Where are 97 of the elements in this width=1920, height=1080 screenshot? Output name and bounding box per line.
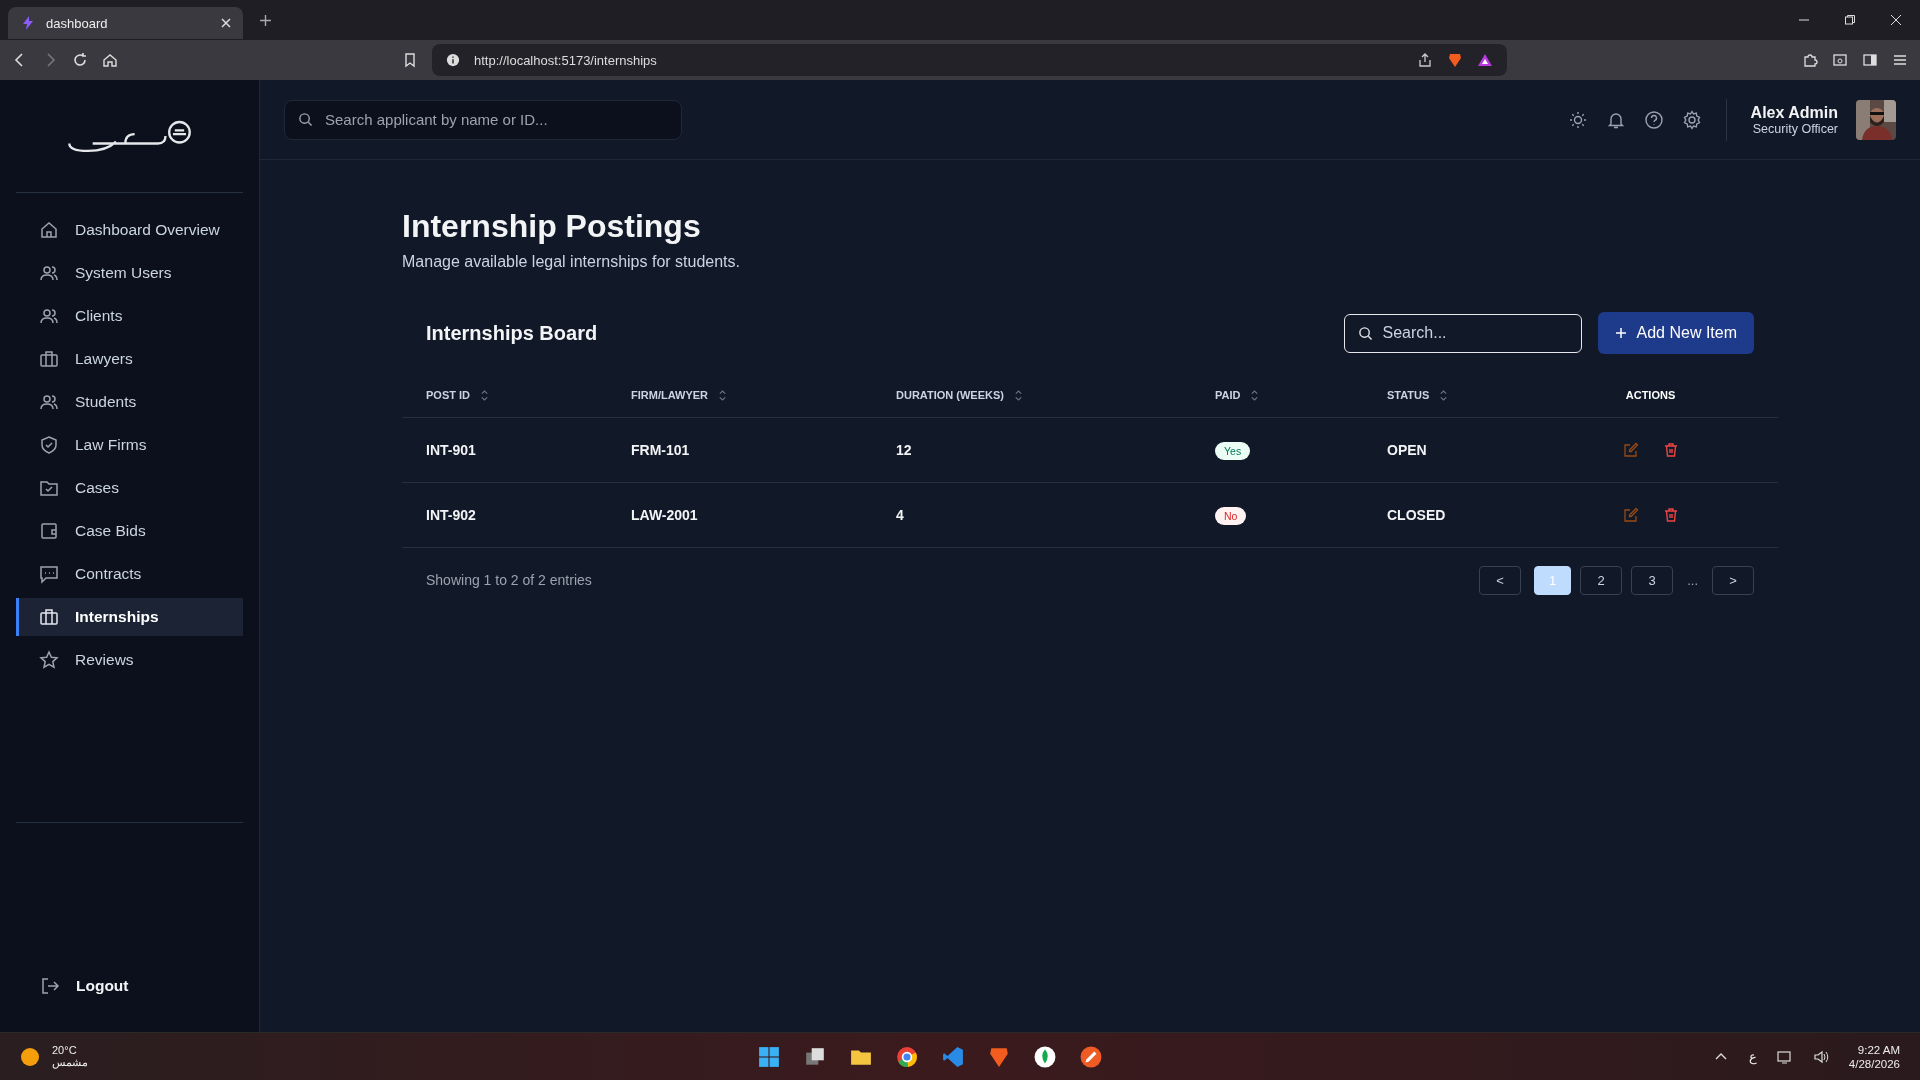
help-icon[interactable]	[1643, 109, 1664, 130]
users-icon	[39, 263, 59, 283]
page-subtitle: Manage available legal internships for students.	[402, 253, 741, 271]
edit-icon[interactable]	[1622, 507, 1639, 523]
page-title: Internship Postings	[402, 208, 702, 245]
input-language[interactable]: ع	[1748, 1049, 1757, 1064]
speaker-icon[interactable]	[1812, 1048, 1829, 1065]
ellipsis: ...	[1687, 572, 1698, 588]
plus-icon	[1614, 327, 1627, 339]
entries-summary: Showing 1 to 2 of 2 entries	[426, 572, 592, 588]
clock-time[interactable]: 9:22 AM	[1857, 1043, 1900, 1056]
tab-title: dashboard	[46, 15, 109, 31]
window-search-icon[interactable]	[1832, 52, 1848, 68]
info-icon	[446, 53, 460, 67]
share-icon[interactable]	[1417, 52, 1433, 68]
bolt-icon	[20, 15, 36, 31]
windows-stack-icon[interactable]	[804, 1045, 827, 1068]
users-icon	[39, 306, 59, 326]
sort-icon[interactable]	[1250, 388, 1260, 402]
leaf-icon[interactable]	[1034, 1045, 1057, 1068]
sun-icon[interactable]	[20, 1046, 40, 1067]
browser-tab[interactable]: dashboard	[8, 7, 243, 39]
column-header[interactable]: POST ID	[426, 389, 470, 401]
home-icon	[39, 220, 59, 240]
column-header[interactable]: FIRM/LAWYER	[631, 389, 708, 401]
add-button[interactable]: Add New Item	[1597, 312, 1754, 354]
previous-page-button[interactable]: <	[1479, 565, 1522, 595]
menu-icon[interactable]	[1892, 52, 1908, 68]
sidebar-item[interactable]: Lawyers	[16, 340, 243, 378]
table-cell: INT-901	[426, 442, 476, 458]
sidebar-item[interactable]: Clients	[16, 297, 243, 335]
bookmark-icon[interactable]	[402, 52, 418, 68]
wallet-icon	[39, 521, 59, 541]
delete-icon[interactable]	[1662, 442, 1679, 458]
table-cell: CLOSED	[1387, 507, 1446, 523]
paid-badge: Yes	[1215, 442, 1251, 460]
table-cell: FRM-101	[631, 442, 690, 458]
temperature: 20°C	[52, 1044, 78, 1056]
settings-icon[interactable]	[1681, 109, 1702, 130]
delete-icon[interactable]	[1662, 507, 1679, 523]
table-cell: LAW-2001	[631, 507, 698, 523]
table-cell: 12	[896, 442, 912, 458]
folder-icon	[39, 478, 59, 498]
paid-badge: No	[1215, 507, 1247, 525]
user-name: Alex Admin	[1750, 103, 1838, 122]
briefcase-icon	[39, 349, 59, 369]
sort-icon[interactable]	[718, 388, 727, 402]
sidebar-item[interactable]: Internships	[16, 598, 243, 636]
sort-icon[interactable]	[480, 388, 489, 402]
board-title: Internships Board	[426, 321, 598, 345]
page-button[interactable]: 3	[1631, 565, 1674, 595]
column-header[interactable]: STATUS	[1387, 389, 1430, 401]
sort-icon[interactable]	[1013, 388, 1023, 402]
table-cell: INT-902	[426, 507, 476, 523]
new-tab-icon[interactable]	[259, 13, 272, 27]
weather-condition: مشمس	[52, 1056, 88, 1069]
monitor-icon[interactable]	[1776, 1048, 1793, 1065]
sidebar-item[interactable]: Cases	[16, 469, 243, 507]
sidebar-item[interactable]: Case Bids	[16, 512, 243, 550]
shield-icon	[39, 435, 59, 455]
briefcase-icon	[39, 607, 59, 627]
user-role: Security Officer	[1752, 121, 1838, 136]
column-header[interactable]: DURATION (WEEKS)	[896, 389, 1004, 401]
table-cell: OPEN	[1387, 442, 1427, 458]
sidebar-item[interactable]: Contracts	[16, 555, 243, 593]
page-button[interactable]: 2	[1580, 565, 1623, 595]
sidebar-item[interactable]: Dashboard Overview	[16, 211, 243, 249]
sun-icon[interactable]	[1567, 109, 1588, 130]
sidebar-icon[interactable]	[1862, 52, 1878, 68]
sidebar-item[interactable]: Students	[16, 383, 243, 421]
triangle-icon[interactable]	[1477, 52, 1493, 68]
address-bar[interactable]: http://localhost:5173/internships	[432, 44, 1507, 76]
search-field[interactable]: Search applicant by name or ID...	[284, 99, 682, 140]
close-icon[interactable]	[221, 18, 231, 28]
home-icon[interactable]	[102, 52, 118, 68]
sort-icon[interactable]	[1439, 388, 1449, 402]
logout-button[interactable]: Logout	[16, 976, 129, 996]
search-icon	[1357, 325, 1373, 341]
column-header[interactable]: PAID	[1215, 389, 1241, 401]
edit-icon[interactable]	[1622, 442, 1639, 458]
clock-date[interactable]: 4/28/2026	[1848, 1057, 1900, 1070]
next-page-button[interactable]: >	[1712, 565, 1754, 595]
logout-icon	[40, 976, 60, 996]
puzzle-icon[interactable]	[1802, 52, 1818, 68]
chat-icon	[39, 564, 59, 584]
column-header: ACTIONS	[1625, 389, 1676, 401]
sidebar-item[interactable]: Reviews	[16, 641, 243, 679]
windows-icon[interactable]	[758, 1045, 781, 1068]
star-icon	[39, 650, 59, 670]
sidebar-item[interactable]: Law Firms	[16, 426, 243, 464]
users-icon	[39, 392, 59, 412]
reload-icon[interactable]	[72, 52, 88, 68]
chrome-icon[interactable]	[896, 1045, 919, 1068]
close-icon[interactable]	[1890, 14, 1902, 26]
sidebar-item[interactable]: System Users	[16, 254, 243, 292]
table-cell: 4	[896, 507, 904, 523]
restore-icon[interactable]	[1844, 14, 1856, 26]
